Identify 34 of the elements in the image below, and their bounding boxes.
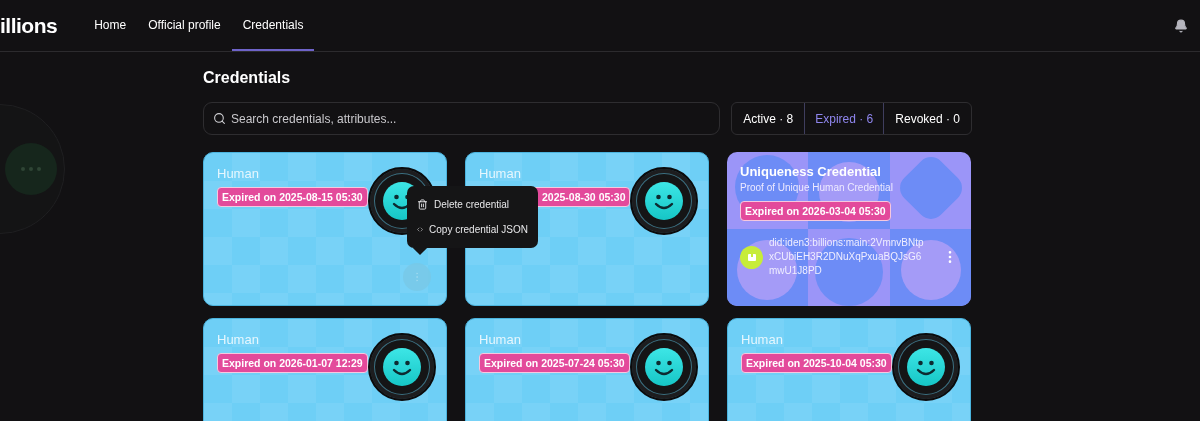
search-icon bbox=[213, 112, 226, 125]
card-title: Human bbox=[479, 332, 522, 347]
card-subtitle: Proof of Unique Human Credential bbox=[740, 182, 894, 193]
card-title: Human bbox=[217, 166, 260, 181]
credential-card[interactable]: Uniqueness Credential Proof of Unique Human Credential Expired on 2026-03-04 05:30 did:iden3:billions:main:2VmnvBNtpxCUbiEH3R2DNuXqPxuaBQJsG6mwU1J8PD bbox=[727, 152, 971, 306]
logo: illions bbox=[0, 13, 58, 38]
nav-link[interactable]: Credentials bbox=[231, 0, 315, 51]
did-text: did:iden3:billions:main:2VmnvBNtpxCUbiEH3R2DNuXqPxuaBQJsG6mwU1J8PD bbox=[769, 236, 925, 278]
card-title: Human bbox=[217, 332, 260, 347]
credential-card[interactable]: Human Expired on 2025-07-24 05:30 bbox=[465, 318, 709, 421]
expiry-badge: Expired on 2026-03-04 05:30 bbox=[740, 201, 891, 221]
credential-card[interactable]: Human Expired on 2025-10-04 05:30 bbox=[727, 318, 971, 421]
filter-tab[interactable]: Active · 8 bbox=[732, 103, 805, 134]
expiry-badge: Expired on 2025-08-15 05:30 bbox=[217, 187, 368, 207]
expiry-badge: Expired on 2025-10-04 05:30 bbox=[741, 353, 892, 373]
card-title: Human bbox=[479, 166, 522, 181]
expiry-badge: Expired on 2025-07-24 05:30 bbox=[479, 353, 630, 373]
card-title: Uniqueness Credential bbox=[740, 164, 882, 179]
smiley-icon bbox=[645, 348, 683, 386]
filter-tab[interactable]: Revoked · 0 bbox=[884, 103, 971, 134]
filter-tab[interactable]: Expired · 6 bbox=[804, 103, 885, 134]
smiley-icon bbox=[907, 348, 945, 386]
trash-icon bbox=[417, 199, 428, 210]
dots-icon bbox=[5, 143, 57, 195]
bell-icon[interactable] bbox=[1174, 18, 1188, 33]
credential-card[interactable]: Human Expired on 2026-01-07 12:29 bbox=[203, 318, 447, 421]
smiley-icon bbox=[645, 182, 683, 220]
expiry-badge: Expired on 2026-01-07 12:29 bbox=[217, 353, 368, 373]
nav-link[interactable]: Home bbox=[83, 0, 138, 51]
page-title: Credentials bbox=[203, 69, 292, 87]
search-field[interactable]: Search credentials, attributes... bbox=[203, 102, 721, 135]
nav-link[interactable]: Official profile bbox=[137, 0, 232, 51]
card-title: Human bbox=[741, 332, 784, 347]
smiley-icon bbox=[383, 348, 421, 386]
